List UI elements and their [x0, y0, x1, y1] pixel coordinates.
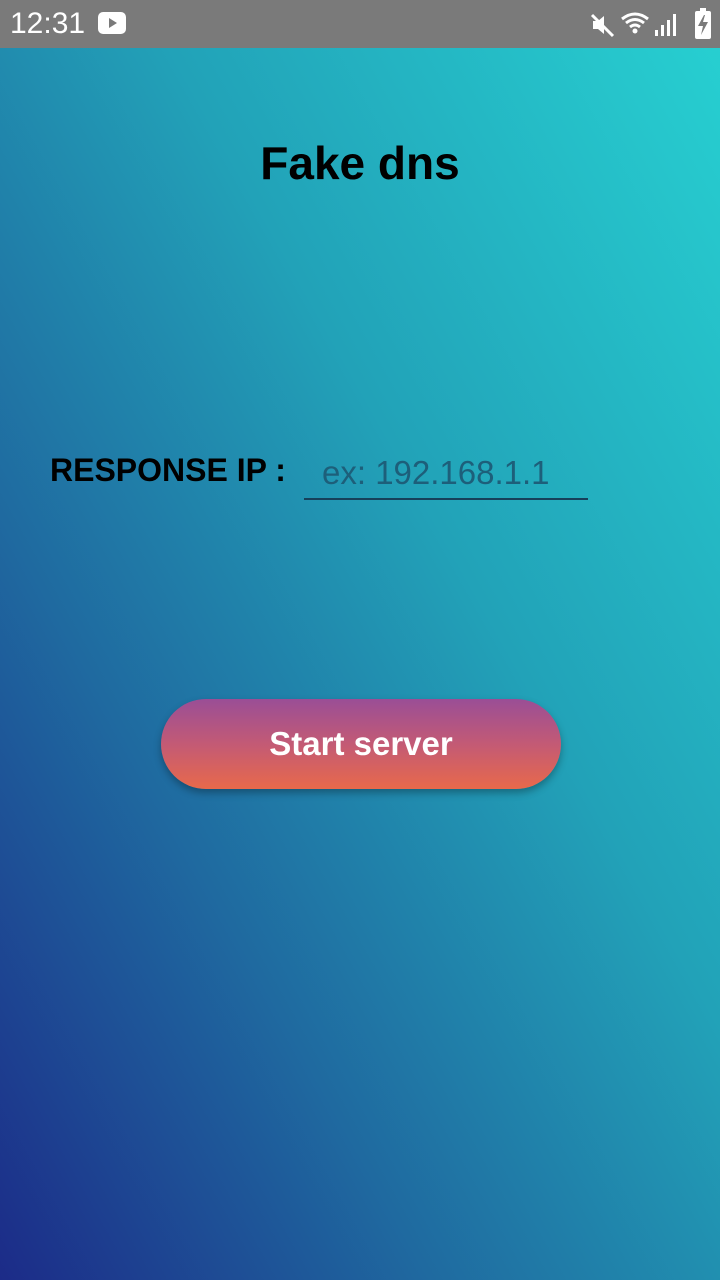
- status-bar: 12:31: [0, 0, 720, 48]
- app-title: Fake dns: [260, 137, 460, 189]
- response-ip-label: RESPONSE IP :: [50, 452, 286, 488]
- start-server-button[interactable]: Start server: [161, 699, 561, 789]
- app-screen: 12:31 Fake dns RESPONSE IP: ex: 192.168…: [0, 0, 720, 1280]
- response-ip-input[interactable]: [304, 448, 588, 500]
- status-time: 12:31: [10, 7, 86, 40]
- youtube-icon: [98, 12, 126, 34]
